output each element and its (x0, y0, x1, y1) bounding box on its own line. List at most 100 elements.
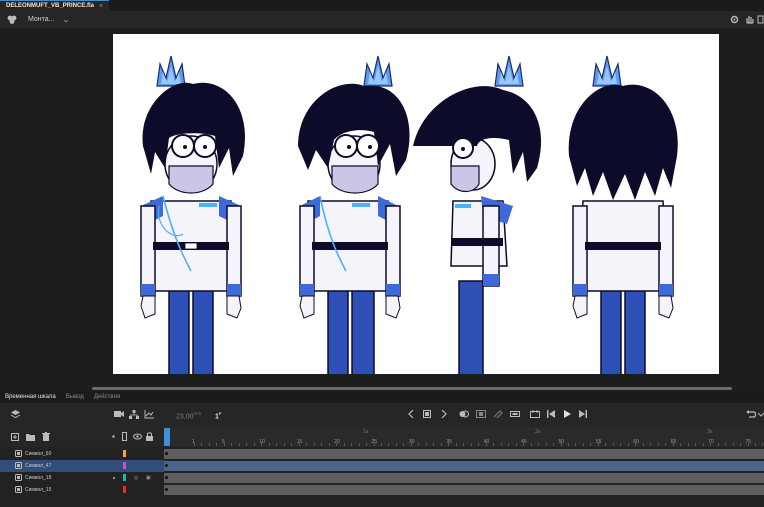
current-frame-display[interactable]: 1F (215, 411, 221, 420)
ruler-minor-tick (657, 443, 659, 446)
chevron-down-small-icon[interactable] (758, 410, 764, 418)
layer-color-swatch[interactable] (123, 450, 126, 457)
prev-keyframe-icon[interactable] (408, 410, 414, 418)
scene-icon[interactable] (6, 14, 18, 25)
keyframe-dot[interactable] (165, 464, 168, 467)
ruler-minor-tick (755, 443, 756, 446)
layer-row[interactable]: Символ_15 (0, 484, 164, 496)
lock-icon[interactable] (146, 432, 153, 441)
ruler-minor-tick (687, 443, 689, 446)
ruler-minor-tick (620, 443, 622, 446)
ruler-minor-tick (231, 443, 233, 446)
tab-timeline[interactable]: Временная шкала (0, 392, 61, 403)
ruler-minor-tick (508, 443, 510, 446)
layer-row[interactable]: Символ_47 (0, 460, 164, 472)
ruler-minor-tick (208, 443, 210, 446)
play-icon[interactable] (564, 410, 571, 418)
outline-all-icon[interactable] (122, 432, 127, 441)
gear-snap-icon[interactable] (729, 14, 740, 25)
frame-span[interactable] (164, 461, 764, 471)
frame-span[interactable] (164, 473, 764, 483)
ruler-minor-tick (395, 443, 397, 446)
next-keyframe-icon[interactable] (441, 410, 447, 418)
panel-tab-strip: Временная шкала Вывод Действия (0, 391, 764, 403)
undo-icon[interactable] (746, 410, 756, 418)
character-side-view (413, 55, 542, 374)
ruler-minor-tick (493, 443, 495, 446)
eye-icon[interactable]: ◎ (134, 475, 138, 481)
document-tab[interactable]: DELEONMUFT_VB_PRINCE.fla × (0, 0, 110, 11)
new-layer-icon[interactable] (11, 433, 19, 441)
scene-selector[interactable]: Монта... ⌄ (28, 13, 69, 26)
ruler-minor-tick (568, 443, 569, 446)
ruler-minor-tick (538, 443, 540, 446)
ruler-minor-tick (575, 443, 577, 446)
keyframe-dot[interactable] (165, 452, 168, 455)
step-back-icon[interactable] (547, 410, 555, 418)
ruler-minor-tick (253, 443, 255, 446)
eye-icon[interactable] (133, 432, 142, 441)
playhead[interactable] (164, 428, 170, 446)
ruler-minor-tick (223, 443, 225, 446)
stage-options-icon[interactable] (757, 14, 764, 25)
ruler-minor-tick (291, 443, 293, 446)
ruler-minor-tick (553, 443, 555, 446)
graph-icon[interactable] (144, 410, 154, 419)
layer-visibility-dot[interactable] (113, 477, 115, 479)
ruler-minor-tick (238, 443, 240, 446)
symbol-layer-icon (15, 462, 22, 469)
keyframe-dot[interactable] (165, 476, 168, 479)
hand-tool-icon[interactable] (744, 14, 755, 25)
frame-row[interactable] (164, 460, 764, 472)
onion-outline-icon[interactable] (476, 410, 486, 418)
ruler-minor-tick (650, 443, 652, 446)
layer-row[interactable]: Символ_18 ◎ ▣ (0, 472, 164, 484)
tab-actions[interactable]: Действия (89, 392, 125, 403)
stage-horizontal-scrollbar[interactable] (92, 387, 732, 390)
document-tab-strip: DELEONMUFT_VB_PRINCE.fla × (0, 0, 764, 11)
layer-name: Символ_15 (25, 487, 52, 493)
ruler-minor-tick (351, 443, 353, 446)
delete-layer-icon[interactable] (42, 432, 50, 441)
ruler-minor-tick (298, 443, 300, 446)
frame-view-icon[interactable] (510, 410, 520, 418)
layer-color-swatch[interactable] (123, 462, 126, 469)
lock-icon[interactable]: ▣ (146, 475, 151, 481)
frame-row[interactable] (164, 472, 764, 484)
layer-row[interactable]: Символ_60 (0, 448, 164, 460)
frame-row[interactable] (164, 484, 764, 496)
fps-unit: FPS (193, 411, 202, 416)
ruler-second-mark: 1s (363, 429, 369, 435)
layer-color-swatch[interactable] (123, 486, 126, 493)
frame-grid[interactable] (164, 447, 764, 507)
frame-row[interactable] (164, 448, 764, 460)
ruler-minor-tick (403, 443, 405, 446)
frame-ruler[interactable]: 151015202530354045505560657075801s2s3s (164, 427, 764, 447)
show-hide-all-dot-icon[interactable] (112, 433, 115, 440)
parenting-icon[interactable] (129, 410, 139, 419)
ruler-minor-tick (358, 443, 360, 446)
ruler-minor-tick (740, 443, 742, 446)
close-tab-icon[interactable]: × (99, 3, 103, 10)
ruler-minor-tick (283, 443, 285, 446)
tab-output[interactable]: Вывод (61, 392, 89, 403)
new-folder-icon[interactable] (26, 433, 35, 441)
frame-span[interactable] (164, 485, 764, 495)
ruler-minor-tick (343, 443, 345, 446)
camera-icon[interactable] (114, 410, 124, 418)
edit-multiple-frames-icon[interactable] (493, 410, 503, 418)
fps-display[interactable]: 23,00FPS (176, 411, 201, 420)
ruler-minor-tick (545, 443, 547, 446)
insert-keyframe-icon[interactable] (423, 410, 431, 418)
ruler-minor-tick (410, 443, 412, 446)
ruler-minor-tick (725, 443, 727, 446)
frame-span[interactable] (164, 449, 764, 459)
layer-color-swatch[interactable] (123, 474, 126, 481)
ruler-second-mark: 2s (535, 429, 541, 435)
stage-canvas[interactable] (113, 34, 719, 374)
step-forward-icon[interactable] (579, 410, 587, 418)
loop-icon[interactable] (530, 410, 540, 418)
keyframe-dot[interactable] (165, 488, 168, 491)
layers-icon[interactable] (10, 409, 21, 420)
onion-skin-icon[interactable] (459, 410, 469, 418)
